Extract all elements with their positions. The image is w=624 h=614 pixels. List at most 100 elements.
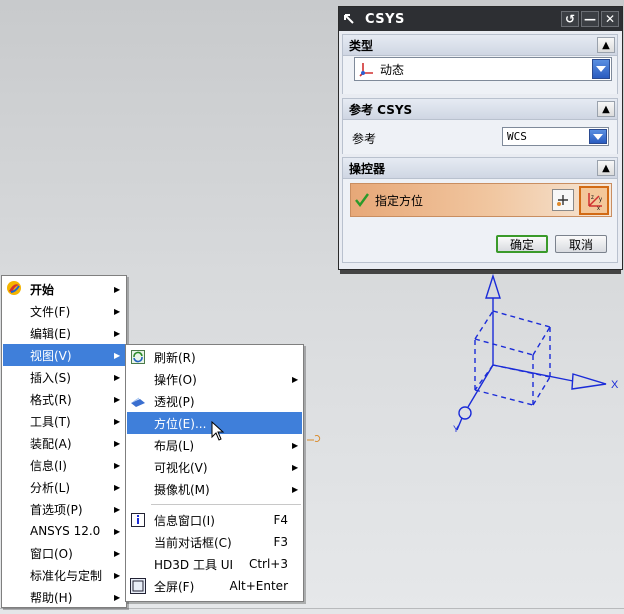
submenu-arrow-icon: ▶: [114, 372, 121, 382]
main-menu-item[interactable]: 编辑(E) ▶: [3, 322, 125, 344]
type-section-header[interactable]: 类型 ▲: [342, 34, 618, 56]
view-submenu-item[interactable]: 透视(P): [127, 390, 302, 412]
view-submenu-item-label: 全屏(F): [154, 579, 195, 594]
view-submenu-item[interactable]: 刷新(R): [127, 346, 302, 368]
x-axis-label: X: [611, 379, 619, 391]
main-menu-item[interactable]: 信息(I) ▶: [3, 454, 125, 476]
view-submenu-item-label: 可视化(V): [154, 460, 208, 475]
manipulator-section-header[interactable]: 操控器 ▲: [342, 157, 618, 179]
minimize-button[interactable]: —: [581, 11, 599, 27]
view-submenu-item-label: 布局(L): [154, 438, 195, 453]
reference-section-header[interactable]: 参考 CSYS ▲: [342, 98, 618, 120]
main-menu-item[interactable]: 插入(S) ▶: [3, 366, 125, 388]
dialog-title: CSYS: [365, 11, 405, 27]
specify-orientation-row[interactable]: 指定方位 zxy: [350, 183, 612, 217]
submenu-arrow-icon: ▶: [114, 526, 121, 536]
main-menu-item[interactable]: 开始 ▶: [3, 278, 125, 300]
submenu-arrow-icon: ▶: [114, 570, 121, 580]
cancel-button[interactable]: 取消: [555, 235, 607, 253]
manipulator-section-title: 操控器: [349, 161, 386, 176]
main-menu-item-label: 帮助(H): [30, 590, 73, 605]
type-selected-value: 动态: [380, 62, 405, 77]
svg-text:y: y: [599, 197, 602, 203]
main-menu-item-label: 分析(L): [30, 480, 71, 495]
ok-button[interactable]: 确定: [496, 235, 548, 253]
main-menu-item[interactable]: 格式(R) ▶: [3, 388, 125, 410]
view-submenu-item-label: 当前对话框(C): [154, 535, 232, 550]
main-menu-item-label: 开始: [30, 282, 55, 297]
chevron-down-icon[interactable]: [589, 129, 607, 144]
main-menu-item[interactable]: 工具(T) ▶: [3, 410, 125, 432]
submenu-arrow-icon: ▶: [114, 460, 121, 470]
view-submenu-item-label: 透视(P): [154, 394, 195, 409]
submenu-arrow-icon: ▶: [114, 548, 121, 558]
submenu-arrow-icon: ▶: [114, 350, 121, 360]
main-menu-item[interactable]: 装配(A) ▶: [3, 432, 125, 454]
view-submenu-item[interactable]: 摄像机(M) ▶: [127, 478, 302, 500]
main-menu-item-label: ANSYS 12.0: [30, 524, 101, 538]
specify-orientation-label: 指定方位: [375, 193, 424, 208]
type-section-title: 类型: [349, 38, 374, 53]
main-menu-item-label: 编辑(E): [30, 326, 71, 341]
view-submenu-item-label: 方位(E)...: [154, 416, 207, 431]
y-axis-handle[interactable]: [458, 406, 472, 420]
refresh-icon: [130, 349, 146, 365]
view-submenu-item[interactable]: HD3D 工具 UI Ctrl+3: [127, 553, 302, 575]
check-icon: [355, 193, 371, 207]
view-submenu-item[interactable]: 操作(O) ▶: [127, 368, 302, 390]
main-menu-item-label: 信息(I): [30, 458, 67, 473]
submenu-arrow-icon: ▶: [292, 374, 299, 384]
info-icon: [130, 512, 146, 528]
main-menu-item[interactable]: 标准化与定制 ▶: [3, 564, 125, 586]
csys-dialog-button[interactable]: zxy: [579, 186, 609, 215]
x-axis-handle[interactable]: [571, 373, 607, 390]
perspective-icon: [130, 393, 146, 409]
menu-separator: [151, 504, 301, 505]
status-ruler: [0, 608, 624, 614]
svg-text:x: x: [597, 206, 600, 212]
view-submenu-item[interactable]: 可视化(V) ▶: [127, 456, 302, 478]
reset-button[interactable]: ↺: [561, 11, 579, 27]
chevron-down-icon[interactable]: [592, 59, 610, 79]
main-menu-item-label: 插入(S): [30, 370, 71, 385]
submenu-arrow-icon: ▶: [114, 592, 121, 602]
main-menu-item-label: 首选项(P): [30, 502, 83, 517]
type-dropdown[interactable]: 动态: [354, 57, 612, 81]
triad-cube-outline: [474, 310, 551, 406]
reference-dropdown[interactable]: WCS: [502, 127, 609, 146]
collapse-reference-icon[interactable]: ▲: [597, 101, 615, 117]
view-submenu-item-label: HD3D 工具 UI: [154, 557, 234, 572]
main-menu-item[interactable]: 帮助(H) ▶: [3, 586, 125, 608]
menu-shortcut: Alt+Enter: [229, 579, 288, 593]
main-menu-item[interactable]: 视图(V) ▶: [3, 344, 125, 366]
main-menu-item-label: 窗口(O): [30, 546, 73, 561]
submenu-arrow-icon: ▶: [114, 438, 121, 448]
main-menu-item[interactable]: 首选项(P) ▶: [3, 498, 125, 520]
close-button[interactable]: ✕: [601, 11, 619, 27]
z-axis-handle[interactable]: [485, 273, 501, 299]
view-submenu-item-label: 刷新(R): [154, 350, 196, 365]
view-submenu-item[interactable]: 全屏(F) Alt+Enter: [127, 575, 302, 597]
point-dialog-button[interactable]: [552, 189, 574, 211]
main-menu-item[interactable]: 文件(F) ▶: [3, 300, 125, 322]
main-menu-item[interactable]: 分析(L) ▶: [3, 476, 125, 498]
submenu-arrow-icon: ▶: [292, 440, 299, 450]
main-menu-item-label: 视图(V): [30, 348, 72, 363]
menu-shortcut: Ctrl+3: [248, 557, 288, 571]
dialog-title-bar[interactable]: CSYS ↺ — ✕: [339, 7, 622, 31]
reference-section-title: 参考 CSYS: [349, 102, 413, 117]
view-submenu-item[interactable]: 当前对话框(C) F3: [127, 531, 302, 553]
view-submenu-item-label: 信息窗口(I): [154, 513, 215, 528]
collapse-type-icon[interactable]: ▲: [597, 37, 615, 53]
submenu-arrow-icon: ▶: [114, 284, 121, 294]
main-menu-item[interactable]: 窗口(O) ▶: [3, 542, 125, 564]
y-axis-line: [467, 364, 494, 408]
main-menu-item[interactable]: ANSYS 12.0 ▶: [3, 520, 125, 542]
main-menu-item-label: 工具(T): [30, 414, 71, 429]
main-menu-item-label: 格式(R): [30, 392, 72, 407]
mouse-cursor-icon: [211, 421, 225, 441]
collapse-manipulator-icon[interactable]: ▲: [597, 160, 615, 176]
reference-label: 参考: [352, 132, 377, 146]
dynamic-csys-triad[interactable]: [456, 273, 607, 431]
view-submenu-item[interactable]: 信息窗口(I) F4: [127, 509, 302, 531]
